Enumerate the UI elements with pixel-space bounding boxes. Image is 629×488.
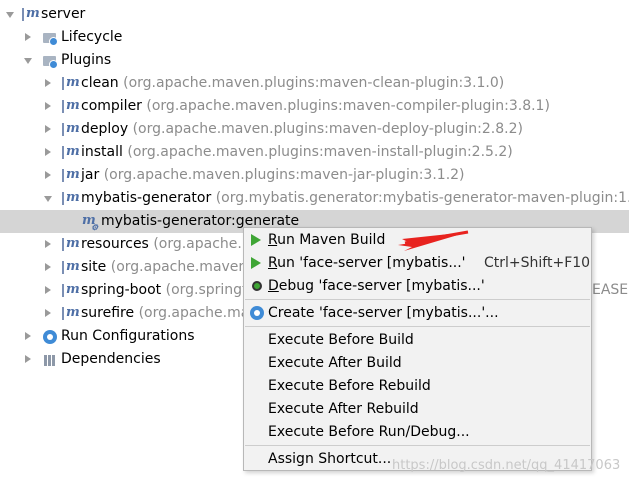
annotation-arrow-icon — [398, 230, 469, 251]
watermark: https://blog.csdn.net/qq_41417063 — [392, 458, 621, 473]
